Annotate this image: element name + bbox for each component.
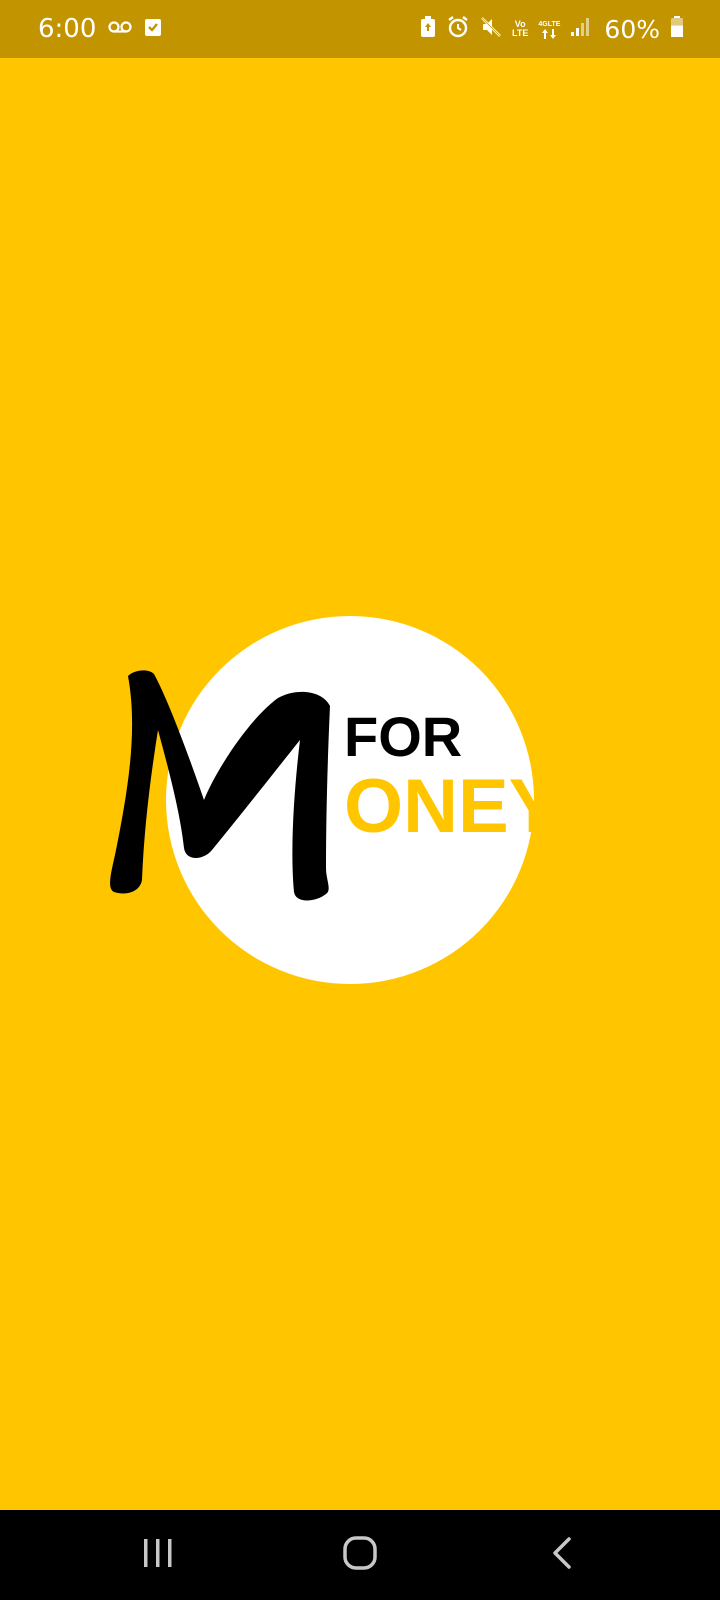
home-button[interactable] [315, 1510, 405, 1600]
battery-saver-icon [420, 15, 436, 43]
back-button[interactable] [517, 1510, 607, 1600]
battery-icon [670, 15, 684, 43]
status-right: Vo LTE 4GLTE 60% [420, 0, 684, 58]
voicemail-icon [108, 20, 132, 39]
logo-word-for: FOR [344, 705, 462, 768]
mute-icon [480, 16, 502, 43]
recents-button[interactable] [113, 1510, 203, 1600]
recents-icon [141, 1538, 175, 1573]
signal-icon [570, 17, 590, 42]
alarm-icon [446, 15, 470, 44]
logo-graphic: FOR ONEY [110, 616, 559, 984]
4g-lte-icon: 4GLTE [538, 20, 560, 39]
volte-label-bottom: LTE [512, 28, 529, 38]
status-left: 6:00 [38, 0, 162, 58]
logo-word-oney: ONEY [344, 764, 559, 849]
splash-screen: FOR ONEY [0, 58, 720, 1510]
battery-percent: 60% [604, 14, 660, 44]
home-icon [342, 1535, 378, 1576]
app-logo: FOR ONEY [100, 610, 620, 994]
status-bar: 6:00 Vo LTE 4GLTE 60% [0, 0, 720, 58]
volte-icon: Vo LTE [512, 20, 528, 38]
back-icon [551, 1536, 573, 1575]
status-time: 6:00 [38, 14, 97, 44]
lte-label: 4GLTE [538, 20, 561, 28]
task-check-icon [144, 17, 162, 42]
navigation-bar [0, 1510, 720, 1600]
